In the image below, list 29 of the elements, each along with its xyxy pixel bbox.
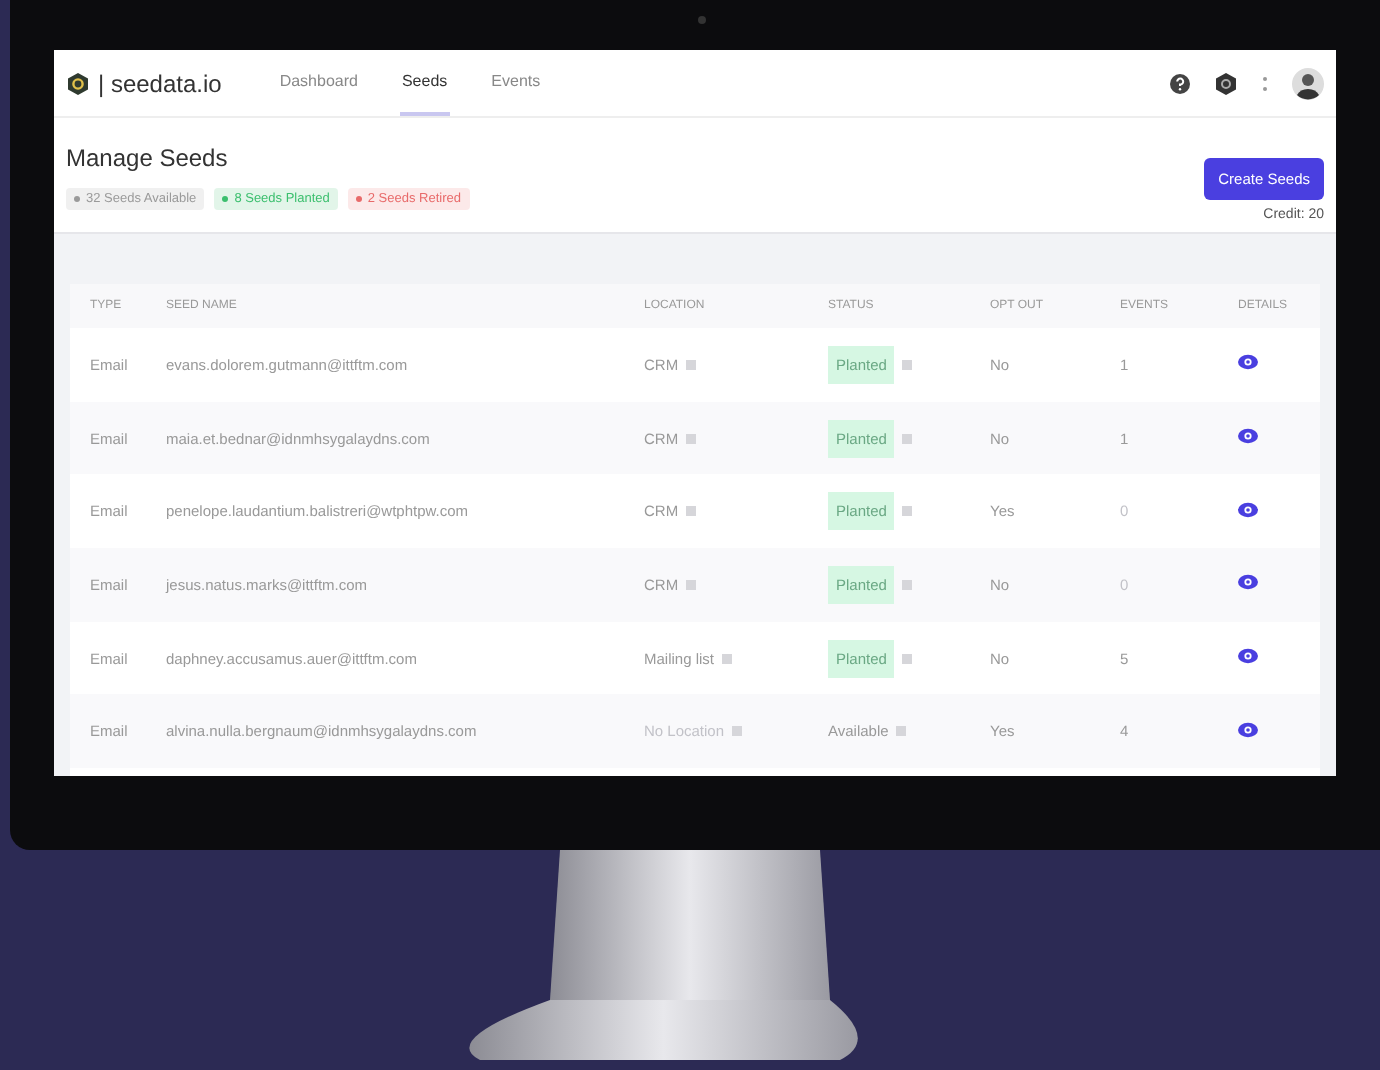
brand-name: | seedata.io bbox=[98, 69, 222, 97]
edit-icon[interactable] bbox=[686, 506, 697, 517]
more-icon[interactable] bbox=[1262, 75, 1268, 91]
view-icon[interactable] bbox=[1238, 721, 1258, 738]
edit-icon[interactable] bbox=[686, 359, 697, 370]
view-icon[interactable] bbox=[1238, 574, 1258, 591]
edit-icon[interactable] bbox=[902, 653, 913, 664]
edit-icon[interactable] bbox=[686, 433, 697, 444]
edit-icon[interactable] bbox=[732, 726, 743, 737]
edit-icon[interactable] bbox=[722, 653, 733, 664]
edit-icon[interactable] bbox=[686, 579, 697, 590]
app-switch-icon[interactable] bbox=[1214, 71, 1238, 95]
help-icon[interactable] bbox=[1170, 73, 1190, 93]
edit-icon[interactable] bbox=[902, 359, 913, 370]
view-icon[interactable] bbox=[1238, 354, 1258, 371]
nav-tab[interactable]: Dashboard bbox=[277, 50, 360, 116]
nav-tab[interactable]: Seeds bbox=[399, 50, 450, 116]
edit-icon[interactable] bbox=[902, 579, 913, 590]
edit-icon[interactable] bbox=[896, 726, 907, 737]
view-icon[interactable] bbox=[1238, 648, 1258, 665]
avatar-icon[interactable] bbox=[1292, 67, 1324, 99]
view-icon[interactable] bbox=[1238, 501, 1258, 518]
camera-dot bbox=[698, 16, 706, 24]
logo-icon bbox=[66, 71, 90, 95]
page-title: Manage Seeds bbox=[66, 144, 230, 172]
edit-icon[interactable] bbox=[902, 433, 913, 444]
edit-icon[interactable] bbox=[902, 506, 913, 517]
nav-tab[interactable]: Events bbox=[489, 50, 543, 116]
view-icon[interactable] bbox=[1238, 428, 1258, 445]
